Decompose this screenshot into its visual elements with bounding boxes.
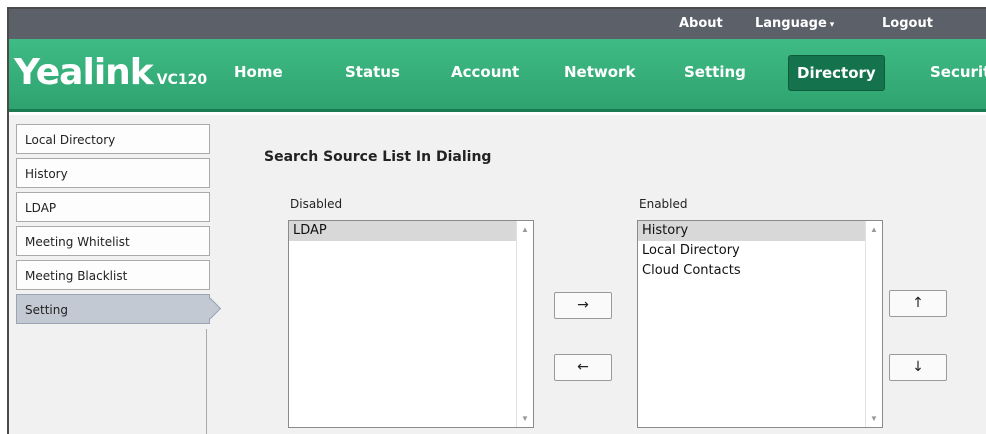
chevron-down-icon: ▾ — [829, 20, 835, 30]
sidebar-item-meeting-blacklist[interactable]: Meeting Blacklist — [16, 260, 210, 290]
sidebar-divider — [206, 329, 207, 434]
disabled-list[interactable]: LDAP ▲ ▼ — [288, 220, 534, 428]
nav-setting[interactable]: Setting — [684, 63, 746, 81]
logo-text: Yealink — [14, 52, 154, 93]
model-name: VC120 — [156, 72, 208, 88]
sidebar: Local Directory History LDAP Meeting Whi… — [16, 124, 210, 328]
enabled-list-label: Enabled — [639, 197, 688, 211]
move-down-button[interactable]: ↓ — [889, 354, 947, 381]
sidebar-item-meeting-whitelist[interactable]: Meeting Whitelist — [16, 226, 210, 256]
enabled-list-scrollbar[interactable]: ▲ ▼ — [865, 221, 882, 427]
nav-directory[interactable]: Directory — [788, 55, 885, 91]
content-area: Local Directory History LDAP Meeting Whi… — [9, 115, 986, 434]
sidebar-item-local-directory[interactable]: Local Directory — [16, 124, 210, 154]
sidebar-item-history[interactable]: History — [16, 158, 210, 188]
nav-network[interactable]: Network — [564, 63, 635, 81]
scroll-down-icon[interactable]: ▼ — [870, 414, 878, 423]
sidebar-item-ldap[interactable]: LDAP — [16, 192, 210, 222]
nav-status[interactable]: Status — [345, 63, 400, 81]
enabled-list[interactable]: History Local Directory Cloud Contacts ▲… — [637, 220, 883, 428]
move-to-disabled-button[interactable]: ← — [554, 354, 612, 381]
yealink-logo: Yealink VC120 — [14, 53, 207, 100]
list-item[interactable]: Local Directory — [638, 241, 866, 261]
app-frame: About Language ▾ Logout Yealink VC120 Home… — [7, 7, 986, 434]
move-up-button[interactable]: ↑ — [889, 290, 947, 317]
logout-link[interactable]: Logout — [882, 16, 933, 31]
disabled-list-label: Disabled — [290, 197, 343, 211]
list-item[interactable]: LDAP — [289, 221, 517, 241]
nav-account[interactable]: Account — [451, 63, 519, 81]
disabled-list-scrollbar[interactable]: ▲ ▼ — [516, 221, 533, 427]
scroll-down-icon[interactable]: ▼ — [521, 414, 529, 423]
sidebar-item-setting[interactable]: Setting — [16, 294, 210, 324]
nav-home[interactable]: Home — [234, 63, 283, 81]
top-bar: About Language ▾ Logout — [9, 9, 986, 39]
language-dropdown[interactable]: Language ▾ — [755, 16, 834, 31]
list-item[interactable]: Cloud Contacts — [638, 261, 866, 281]
about-link[interactable]: About — [679, 16, 723, 31]
move-to-enabled-button[interactable]: → — [554, 292, 612, 319]
language-label: Language — [755, 16, 827, 31]
list-item[interactable]: History — [638, 221, 866, 241]
main-nav: Yealink VC120 Home Status Account Network… — [9, 39, 986, 112]
nav-security[interactable]: Security — [930, 63, 986, 81]
scroll-up-icon[interactable]: ▲ — [870, 225, 878, 234]
page-heading: Search Source List In Dialing — [264, 149, 492, 165]
scroll-up-icon[interactable]: ▲ — [521, 225, 529, 234]
